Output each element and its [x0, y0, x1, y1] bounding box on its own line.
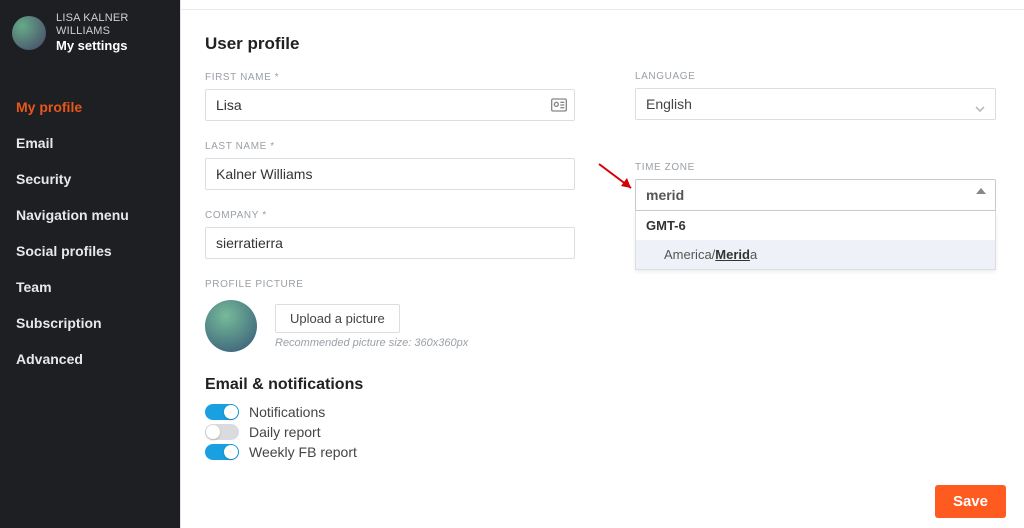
sidebar-item-subscription[interactable]: Subscription	[0, 305, 180, 341]
notifications-heading: Email & notifications	[205, 376, 575, 394]
spacer	[635, 34, 996, 71]
sidebar-item-security[interactable]: Security	[0, 161, 180, 197]
timezone-option-prefix: America/	[664, 247, 715, 262]
timezone-group-label: GMT-6	[636, 211, 995, 240]
page-title: User profile	[205, 34, 575, 54]
toggle-knob	[224, 405, 238, 419]
weekly-fb-toggle[interactable]	[205, 444, 239, 460]
content: User profile FIRST NAME * LAST NAME * CO…	[181, 10, 1024, 528]
sidebar-item-advanced[interactable]: Advanced	[0, 341, 180, 377]
toggle-row-notifications: Notifications	[205, 404, 575, 420]
sidebar: LISA KALNER WILLIAMS My settings My prof…	[0, 0, 180, 528]
first-name-label: FIRST NAME *	[205, 72, 575, 83]
timezone-dropdown: GMT-6 America/Merida	[635, 211, 996, 270]
last-name-label: LAST NAME *	[205, 141, 575, 152]
profile-picture-hint: Recommended picture size: 360x360px	[275, 337, 468, 349]
notifications-toggle-label: Notifications	[249, 404, 325, 420]
upload-picture-button[interactable]: Upload a picture	[275, 304, 400, 333]
language-label: LANGUAGE	[635, 71, 996, 82]
toggle-knob	[206, 425, 220, 439]
sidebar-avatar	[12, 16, 46, 50]
sidebar-header: LISA KALNER WILLIAMS My settings	[0, 6, 180, 65]
company-wrap	[205, 227, 575, 259]
chevron-up-icon[interactable]	[976, 188, 986, 194]
first-name-input[interactable]	[205, 89, 575, 121]
profile-picture-actions: Upload a picture Recommended picture siz…	[275, 304, 468, 349]
main-scroll[interactable]: User profile FIRST NAME * LAST NAME * CO…	[181, 0, 1024, 528]
daily-report-toggle[interactable]	[205, 424, 239, 440]
sidebar-item-social-profiles[interactable]: Social profiles	[0, 233, 180, 269]
topbar	[181, 0, 1024, 10]
toggle-row-weekly-fb: Weekly FB report	[205, 444, 575, 460]
timezone-option-america-merida[interactable]: America/Merida	[636, 240, 995, 269]
timezone-combobox: GMT-6 America/Merida	[635, 179, 996, 270]
spacer	[635, 140, 996, 162]
last-name-input[interactable]	[205, 158, 575, 190]
app-root: LISA KALNER WILLIAMS My settings My prof…	[0, 0, 1024, 528]
save-bar: Save	[935, 485, 1006, 518]
sidebar-item-team[interactable]: Team	[0, 269, 180, 305]
save-button[interactable]: Save	[935, 485, 1006, 518]
language-wrap: English	[635, 88, 996, 120]
language-select[interactable]: English	[635, 88, 996, 120]
sidebar-item-navigation-menu[interactable]: Navigation menu	[0, 197, 180, 233]
contact-card-icon	[551, 98, 567, 112]
profile-picture-label: PROFILE PICTURE	[205, 279, 575, 290]
company-input[interactable]	[205, 227, 575, 259]
col-right: LANGUAGE English TIME ZONE	[635, 34, 996, 270]
last-name-wrap	[205, 158, 575, 190]
col-left: User profile FIRST NAME * LAST NAME * CO…	[205, 34, 575, 464]
main: User profile FIRST NAME * LAST NAME * CO…	[180, 0, 1024, 528]
first-name-wrap	[205, 89, 575, 121]
weekly-fb-toggle-label: Weekly FB report	[249, 444, 357, 460]
sidebar-user-block: LISA KALNER WILLIAMS My settings	[56, 12, 168, 53]
timezone-option-suffix: a	[750, 247, 757, 262]
toggle-knob	[224, 445, 238, 459]
timezone-search-input[interactable]	[635, 179, 996, 211]
sidebar-nav: My profile Email Security Navigation men…	[0, 89, 180, 377]
company-label: COMPANY *	[205, 210, 575, 221]
sidebar-user-name: LISA KALNER WILLIAMS	[56, 12, 168, 38]
language-value: English	[646, 96, 692, 112]
toggle-row-daily-report: Daily report	[205, 424, 575, 440]
notifications-toggle[interactable]	[205, 404, 239, 420]
chevron-down-icon	[975, 99, 985, 109]
profile-picture-row: Upload a picture Recommended picture siz…	[205, 300, 575, 352]
sidebar-item-email[interactable]: Email	[0, 125, 180, 161]
sidebar-subtitle: My settings	[56, 38, 168, 53]
profile-picture-avatar	[205, 300, 257, 352]
timezone-option-match: Merid	[715, 247, 750, 262]
daily-report-toggle-label: Daily report	[249, 424, 321, 440]
sidebar-item-my-profile[interactable]: My profile	[0, 89, 180, 125]
timezone-label: TIME ZONE	[635, 162, 996, 173]
